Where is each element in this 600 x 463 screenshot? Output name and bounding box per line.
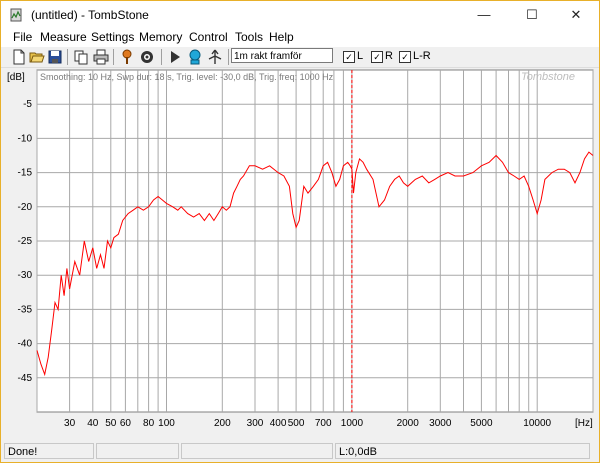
- status-message: Done!: [4, 443, 94, 459]
- minimize-button[interactable]: —: [461, 1, 507, 29]
- menu-control[interactable]: Control: [189, 30, 228, 44]
- save-icon[interactable]: [47, 49, 63, 65]
- channel-left-checkbox[interactable]: ✓: [343, 51, 355, 63]
- x-tick-label: 700: [315, 418, 332, 429]
- toolbar-separator: [228, 49, 229, 65]
- status-cell-empty: [181, 443, 333, 459]
- measurement-info-text: Smoothing: 10 Hz, Swp dur: 18 s, Trig. l…: [40, 72, 334, 82]
- channel-left-label: L: [357, 50, 364, 62]
- x-tick-label: 3000: [429, 418, 452, 429]
- calibrate-icon[interactable]: [207, 49, 223, 65]
- new-icon[interactable]: [11, 49, 27, 65]
- measurement-description-field[interactable]: 1m rakt framför: [231, 48, 333, 63]
- frequency-response-plot[interactable]: -5 -10 -15 -20 -25 -30 -35 -40 -45 30 40 50 60 80 100…: [1, 68, 599, 441]
- y-tick-label: -5: [23, 99, 32, 110]
- y-tick-label: -15: [18, 168, 33, 179]
- x-tick-label: 80: [143, 418, 155, 429]
- toolbar: 1m rakt framför ✓ L ✓ R ✓ L-R: [1, 47, 599, 68]
- y-tick-label: -30: [18, 270, 33, 281]
- tombstone-watermark: Tombstone: [521, 71, 575, 83]
- open-icon[interactable]: [29, 49, 45, 65]
- menu-settings[interactable]: Settings: [91, 30, 134, 44]
- menu-memory[interactable]: Memory: [139, 30, 182, 44]
- y-tick-label: -40: [18, 339, 33, 350]
- y-tick-label: -10: [18, 133, 33, 144]
- channel-difference-checkbox[interactable]: ✓: [399, 51, 411, 63]
- window-title: (untitled) - TombStone: [31, 8, 149, 22]
- toolbar-separator: [161, 49, 162, 65]
- tombstone-app-icon: [10, 8, 22, 22]
- toolbar-separator: [113, 49, 114, 65]
- print-icon[interactable]: [93, 49, 109, 65]
- channel-right-label: R: [385, 50, 393, 62]
- channel-right-checkbox[interactable]: ✓: [371, 51, 383, 63]
- x-tick-label: 5000: [470, 418, 493, 429]
- frequency-response-chart: -5-10-15-20-25-30-35-40-45 30 40 50 60 80 100…: [7, 69, 594, 429]
- microphone-icon[interactable]: [187, 49, 203, 65]
- menu-tools[interactable]: Tools: [235, 30, 263, 44]
- status-cell-empty: [96, 443, 179, 459]
- x-tick-label: 1000: [341, 418, 364, 429]
- signal-generator-icon[interactable]: [119, 49, 135, 65]
- x-tick-label: 400: [270, 418, 287, 429]
- y-tick-label: -45: [18, 373, 33, 384]
- y-axis-labels: -5 -10 -15 -20 -25 -30 -35 -40 -45: [18, 99, 33, 384]
- app-window: (untitled) - TombStone — ☐ ✕ File Measur…: [0, 0, 600, 463]
- x-axis-labels: 30 40 50 60 80 100 200 300 400 500 700 1000 2000 3000…: [64, 418, 552, 429]
- status-level: L:0,0dB: [335, 443, 590, 459]
- x-tick-label: 500: [288, 418, 305, 429]
- x-tick-label: 200: [214, 418, 231, 429]
- x-axis-unit: [Hz]: [575, 418, 593, 429]
- copy-icon[interactable]: [73, 49, 89, 65]
- x-tick-label: 100: [158, 418, 175, 429]
- menu-measure[interactable]: Measure: [40, 30, 87, 44]
- y-tick-label: -25: [18, 236, 33, 247]
- x-tick-label: 30: [64, 418, 76, 429]
- menu-file[interactable]: File: [13, 30, 32, 44]
- x-tick-label: 300: [247, 418, 264, 429]
- title-bar: (untitled) - TombStone — ☐ ✕: [1, 1, 599, 29]
- x-tick-label: 50: [105, 418, 117, 429]
- toolbar-separator: [67, 49, 68, 65]
- status-bar: Done! L:0,0dB: [1, 441, 599, 462]
- settings-icon[interactable]: [139, 49, 155, 65]
- x-tick-label: 60: [120, 418, 132, 429]
- play-icon[interactable]: [167, 49, 183, 65]
- y-tick-label: -35: [18, 304, 33, 315]
- maximize-button[interactable]: ☐: [509, 1, 555, 29]
- y-tick-label: -20: [18, 202, 33, 213]
- channel-difference-label: L-R: [413, 50, 431, 62]
- menu-bar: File Measure Settings Memory Control Too…: [1, 29, 599, 47]
- close-button[interactable]: ✕: [553, 1, 599, 29]
- menu-help[interactable]: Help: [269, 30, 294, 44]
- x-tick-label: 10000: [523, 418, 551, 429]
- x-tick-label: 2000: [397, 418, 420, 429]
- y-axis-unit: [dB]: [7, 72, 25, 83]
- x-tick-label: 40: [87, 418, 99, 429]
